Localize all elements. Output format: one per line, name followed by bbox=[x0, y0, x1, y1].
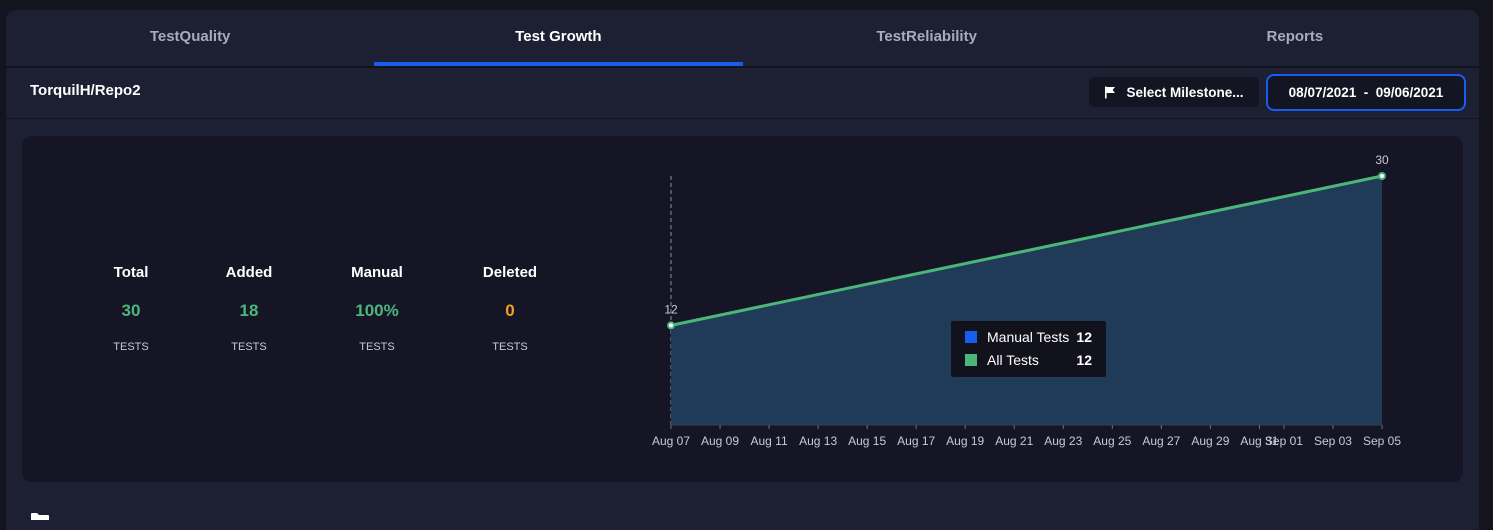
x-tick-label: Aug 15 bbox=[848, 434, 886, 448]
x-tick-label: Aug 25 bbox=[1093, 434, 1131, 448]
x-tick-label: Aug 21 bbox=[995, 434, 1033, 448]
chart-tooltip: Manual Tests 12 All Tests 12 bbox=[951, 321, 1106, 377]
tooltip-swatch bbox=[965, 354, 977, 366]
x-tick-label: Sep 01 bbox=[1265, 434, 1303, 448]
tooltip-series-name: Manual Tests bbox=[987, 329, 1069, 345]
tooltip-series-value: 12 bbox=[1076, 352, 1092, 368]
tooltip-series-value: 12 bbox=[1076, 329, 1092, 345]
area-fill bbox=[671, 176, 1382, 425]
x-tick-label: Aug 09 bbox=[701, 434, 739, 448]
x-tick-label: Sep 05 bbox=[1363, 434, 1401, 448]
data-label: 30 bbox=[1375, 153, 1389, 167]
tooltip-series-name: All Tests bbox=[987, 352, 1039, 368]
tooltip-swatch bbox=[965, 331, 977, 343]
x-tick-label: Aug 13 bbox=[799, 434, 837, 448]
x-tick-label: Aug 23 bbox=[1044, 434, 1082, 448]
x-tick-label: Aug 19 bbox=[946, 434, 984, 448]
x-tick-label: Aug 27 bbox=[1142, 434, 1180, 448]
x-tick-label: Aug 11 bbox=[750, 434, 787, 448]
x-tick-label: Aug 07 bbox=[652, 434, 690, 448]
data-label: 12 bbox=[664, 302, 678, 316]
bottom-section bbox=[6, 498, 1479, 520]
data-point[interactable] bbox=[667, 321, 675, 330]
folder-icon bbox=[31, 513, 49, 520]
x-tick-label: Aug 17 bbox=[897, 434, 935, 448]
test-growth-chart: 12 30 Aug 07 Aug 09 Aug 11 Aug 13 Aug 15 Aug 1… bbox=[652, 153, 1401, 448]
x-tick-label: Sep 03 bbox=[1314, 434, 1352, 448]
data-point[interactable] bbox=[1378, 172, 1386, 180]
x-tick-label: Aug 29 bbox=[1191, 434, 1229, 448]
